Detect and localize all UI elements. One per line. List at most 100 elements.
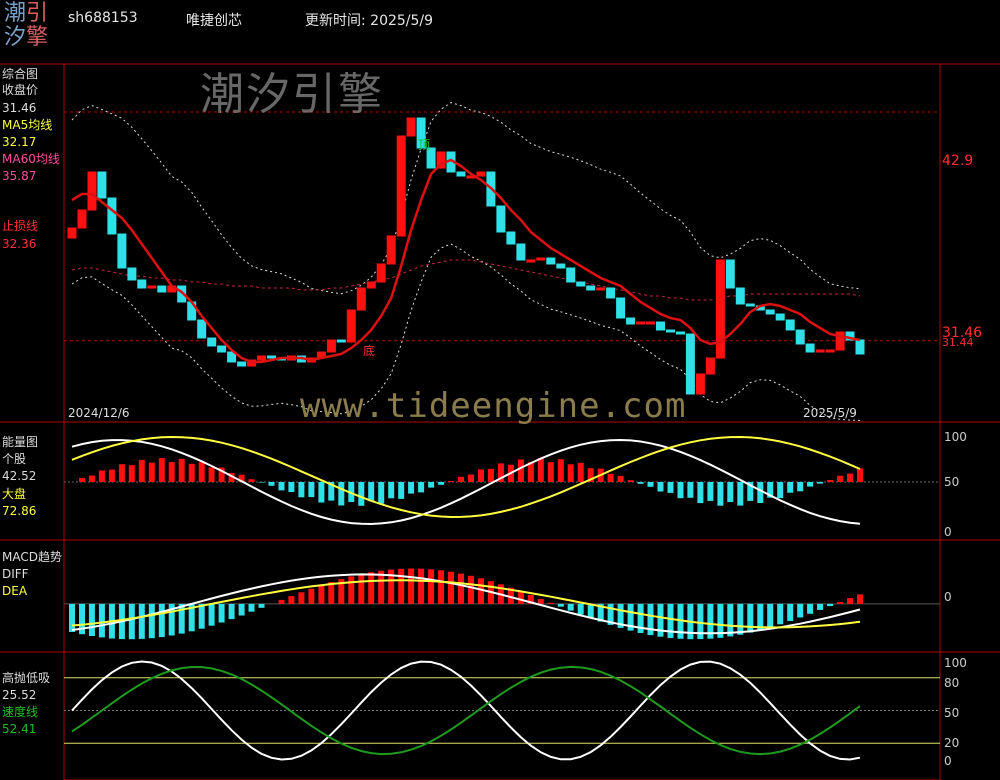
macd-bar bbox=[807, 603, 814, 614]
candle bbox=[596, 287, 606, 291]
candle bbox=[496, 205, 506, 233]
candle bbox=[805, 343, 815, 353]
macd-bar bbox=[767, 603, 774, 628]
energy-bar bbox=[527, 462, 534, 482]
candle bbox=[376, 263, 386, 283]
energy-bar bbox=[487, 468, 494, 482]
energy-market-label: 大盘 bbox=[2, 487, 27, 501]
candle bbox=[795, 329, 805, 345]
energy-bar bbox=[178, 458, 185, 482]
candle bbox=[346, 309, 356, 343]
axis-high-label: 42.9 bbox=[942, 153, 974, 169]
candle bbox=[396, 135, 406, 237]
osc-tick-80: 80 bbox=[944, 676, 960, 690]
energy-bar bbox=[168, 462, 175, 482]
candle bbox=[526, 259, 536, 263]
macd-bar bbox=[228, 603, 235, 620]
candle bbox=[267, 355, 276, 359]
energy-bar bbox=[577, 462, 584, 482]
url-watermark: www.tideengine.com bbox=[300, 386, 687, 426]
candle bbox=[785, 319, 795, 331]
candle bbox=[366, 281, 376, 289]
macd-bar bbox=[557, 603, 564, 607]
energy-bar bbox=[547, 462, 554, 482]
energy-bar bbox=[687, 482, 694, 498]
candle bbox=[536, 257, 546, 261]
energy-bar bbox=[418, 482, 425, 493]
macd-bar bbox=[408, 568, 415, 604]
energy-bar bbox=[857, 468, 863, 482]
candle bbox=[666, 329, 675, 333]
candle bbox=[775, 313, 785, 321]
candle bbox=[197, 319, 207, 339]
energy-bar bbox=[378, 482, 385, 504]
candle bbox=[685, 333, 695, 395]
macd-bar bbox=[318, 585, 325, 604]
macd-bar bbox=[577, 603, 584, 615]
macd-bar bbox=[438, 570, 445, 604]
energy-bar bbox=[278, 482, 285, 491]
macd-bar bbox=[148, 603, 155, 639]
top-marker: 顶 bbox=[418, 138, 431, 152]
candle bbox=[646, 321, 655, 325]
macd-bar bbox=[278, 599, 285, 604]
macd-title: MACD趋势 bbox=[2, 550, 62, 564]
energy-bar bbox=[258, 482, 265, 483]
candle bbox=[705, 357, 715, 375]
energy-stock-value: 42.52 bbox=[2, 469, 37, 483]
panel-frame bbox=[63, 651, 941, 780]
energy-bar bbox=[617, 475, 624, 482]
macd-bar bbox=[847, 598, 853, 604]
candle bbox=[257, 355, 266, 361]
energy-bar bbox=[817, 482, 824, 484]
brand-watermark: 潮汐引擎 bbox=[200, 69, 384, 120]
macd-dea-label: DEA bbox=[2, 584, 28, 598]
macd-bar bbox=[547, 602, 554, 604]
candle bbox=[656, 321, 665, 331]
osc-tick-20: 20 bbox=[944, 736, 960, 750]
energy-bar bbox=[468, 474, 474, 482]
energy-bar bbox=[697, 482, 704, 504]
energy-bar bbox=[717, 482, 724, 506]
candle bbox=[586, 285, 596, 291]
energy-bar bbox=[837, 475, 844, 482]
energy-bar bbox=[118, 464, 125, 482]
candle bbox=[326, 339, 336, 353]
energy-bar bbox=[827, 480, 834, 482]
candle bbox=[735, 287, 745, 305]
macd-bar bbox=[368, 572, 375, 604]
energy-market-value: 72.86 bbox=[2, 504, 37, 518]
energy-bar bbox=[79, 478, 85, 482]
candle bbox=[386, 235, 396, 265]
candle bbox=[117, 233, 127, 269]
macd-bar bbox=[298, 592, 305, 604]
energy-bar bbox=[657, 482, 664, 492]
energy-bar bbox=[627, 480, 634, 482]
candle bbox=[217, 345, 227, 353]
macd-bar bbox=[737, 603, 744, 635]
macd-bar bbox=[827, 603, 834, 607]
energy-bar bbox=[358, 482, 365, 506]
energy-bar bbox=[677, 482, 684, 499]
energy-bar bbox=[308, 482, 315, 498]
candle bbox=[745, 303, 755, 307]
energy-bar bbox=[458, 476, 464, 482]
date-start: 2024/12/6 bbox=[68, 406, 130, 420]
candle bbox=[456, 171, 466, 177]
macd-bar bbox=[587, 603, 594, 619]
energy-bar bbox=[647, 482, 654, 487]
energy-title: 能量图 bbox=[2, 435, 39, 449]
macd-tick-0: 0 bbox=[944, 590, 952, 604]
macd-bar bbox=[248, 603, 255, 612]
stop-label: 止损线 bbox=[2, 219, 39, 233]
ma60-label: MA60均线 bbox=[2, 152, 60, 166]
candle bbox=[765, 309, 775, 315]
energy-bar bbox=[707, 482, 714, 501]
candle bbox=[516, 243, 526, 261]
macd-bar bbox=[348, 576, 355, 604]
energy-bar bbox=[478, 469, 484, 482]
macd-bar bbox=[777, 603, 784, 625]
candle bbox=[77, 209, 87, 229]
candle bbox=[87, 171, 97, 211]
candle bbox=[476, 171, 486, 177]
